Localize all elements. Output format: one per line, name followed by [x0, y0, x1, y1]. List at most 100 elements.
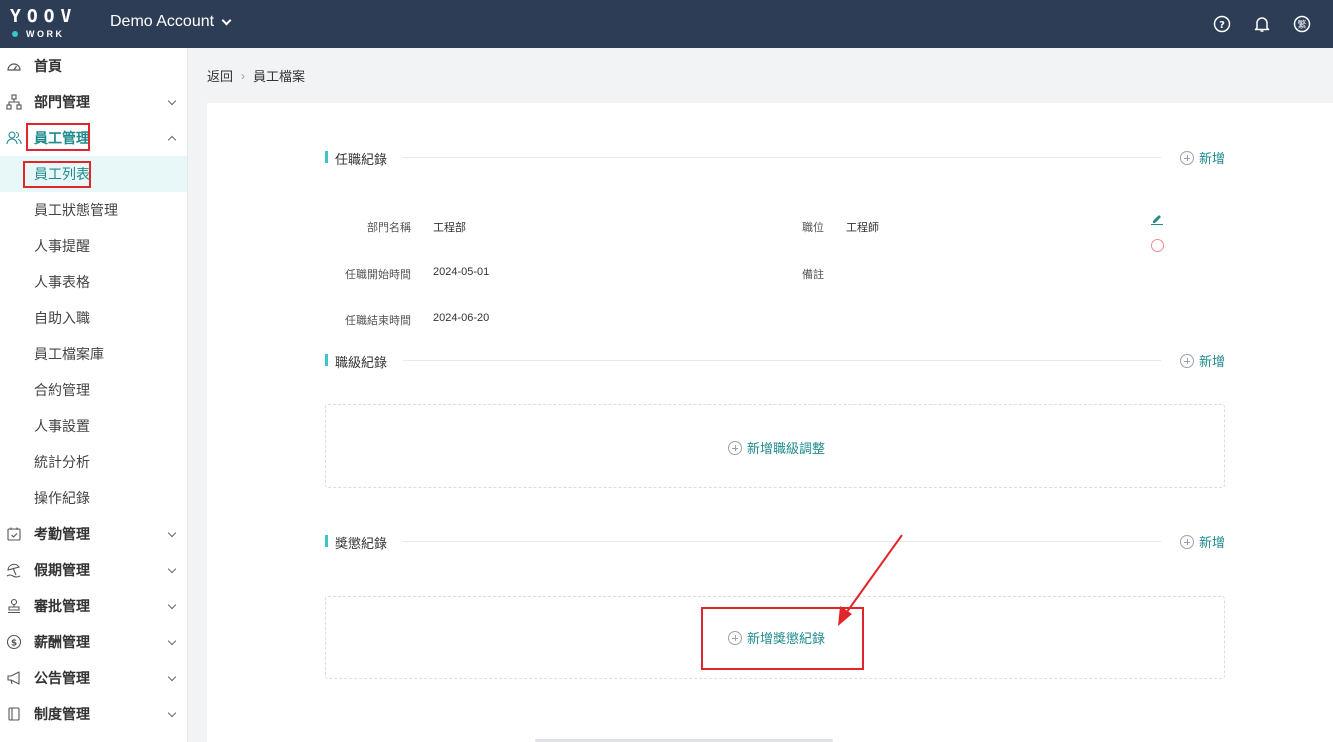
chevron-down-icon	[167, 636, 177, 646]
position-value: 工程師	[846, 222, 879, 234]
section-title: 任職紀錄	[335, 149, 402, 168]
sidebar-item-hr-reminder[interactable]: 人事提醒	[0, 228, 187, 264]
sidebar-item-label: 員工列表	[34, 166, 90, 182]
plus-circle-icon	[728, 630, 742, 645]
annotation-arrow-icon	[838, 534, 903, 626]
sidebar-item-hr-forms[interactable]: 人事表格	[0, 264, 187, 300]
sidebar-item-label: 員工檔案庫	[34, 346, 104, 362]
position-label: 職位	[802, 222, 824, 234]
sidebar-item-self-onboarding[interactable]: 自助入職	[0, 300, 187, 336]
plus-circle-icon	[1179, 150, 1194, 165]
help-icon[interactable]: ?	[1211, 13, 1233, 35]
section-reward: 獎懲紀錄 新增	[325, 532, 1225, 552]
add-reward-record-button[interactable]: 新增獎懲紀錄	[728, 628, 825, 647]
sidebar-item-home[interactable]: 首頁	[0, 48, 187, 84]
delete-icon[interactable]	[1151, 239, 1164, 252]
remark-label: 備註	[802, 269, 824, 281]
section-divider	[403, 541, 1161, 542]
sidebar-item-label: 員工狀態管理	[34, 202, 118, 218]
org-chart-icon	[6, 94, 22, 110]
end-date-label: 任職結束時間	[345, 315, 411, 327]
section-accent-bar	[325, 535, 328, 547]
add-rank-adjustment-button[interactable]: 新增職級調整	[728, 438, 825, 457]
sidebar-item-employee-status[interactable]: 員工狀態管理	[0, 192, 187, 228]
sidebar-item-label: 薪酬管理	[34, 634, 90, 650]
plus-circle-icon	[1179, 534, 1194, 549]
chevron-down-icon	[167, 528, 177, 538]
sidebar-item-employee-management[interactable]: 員工管理	[0, 120, 187, 156]
chevron-down-icon	[167, 672, 177, 682]
language-label: 繁	[1297, 19, 1306, 31]
add-reward-button[interactable]: 新增	[1179, 532, 1225, 551]
section-rank: 職級紀錄 新增	[325, 351, 1225, 371]
sidebar-item-attendance[interactable]: 考勤管理	[0, 516, 187, 552]
svg-text:?: ?	[1219, 20, 1225, 31]
sidebar-item-payroll[interactable]: $ 薪酬管理	[0, 624, 187, 660]
account-name: Demo Account	[110, 13, 215, 30]
sidebar-item-announcement[interactable]: 公告管理	[0, 660, 187, 696]
logo-dot	[12, 31, 18, 37]
add-rank-button[interactable]: 新增	[1179, 351, 1225, 370]
breadcrumb: 返回 › 員工檔案	[207, 66, 305, 85]
language-icon[interactable]: 繁	[1291, 13, 1313, 35]
sidebar-item-label: 人事提醒	[34, 238, 90, 254]
yoov-work-logo[interactable]: YOOV WORK	[10, 8, 76, 40]
book-icon	[8, 707, 20, 721]
plus-circle-icon	[728, 440, 742, 455]
start-date-label: 任職開始時間	[345, 269, 411, 281]
sidebar-item-contracts[interactable]: 合約管理	[0, 372, 187, 408]
sidebar-item-label: 操作紀錄	[34, 490, 90, 506]
megaphone-icon	[7, 671, 20, 685]
breadcrumb-separator: ›	[241, 68, 246, 83]
add-employment-button[interactable]: 新增	[1179, 148, 1225, 167]
dollar-icon: $	[6, 634, 22, 650]
sidebar-item-employee-archive[interactable]: 員工檔案庫	[0, 336, 187, 372]
sidebar-item-employee-list[interactable]: 員工列表	[0, 156, 187, 192]
plus-circle-icon	[1179, 353, 1194, 368]
sidebar-item-label: 自助入職	[34, 310, 90, 326]
sidebar-item-label: 考勤管理	[34, 526, 90, 542]
sidebar-item-leave[interactable]: 假期管理	[0, 552, 187, 588]
sidebar-item-label: 審批管理	[34, 598, 90, 614]
dashboard-icon	[7, 63, 21, 71]
sidebar-item-operation-log[interactable]: 操作紀錄	[0, 480, 187, 516]
users-icon	[6, 131, 22, 145]
add-label: 新增	[1198, 354, 1225, 369]
svg-text:$: $	[11, 639, 17, 649]
sidebar: 首頁 部門管理 員工管理 員工列表 員工狀態管理 人事提醒 人事表格 自助入職 …	[0, 48, 188, 742]
section-accent-bar	[325, 354, 328, 366]
edit-icon[interactable]	[1150, 213, 1164, 225]
section-accent-bar	[325, 151, 328, 163]
sidebar-item-label: 人事設置	[34, 418, 90, 434]
back-link[interactable]: 返回	[207, 66, 233, 85]
end-date-value: 2024-06-20	[433, 312, 490, 324]
breadcrumb-current: 員工檔案	[253, 69, 306, 84]
sidebar-item-label: 合約管理	[34, 382, 90, 398]
dept-value: 工程部	[433, 222, 466, 234]
sidebar-item-department[interactable]: 部門管理	[0, 84, 187, 120]
sidebar-item-label: 統計分析	[34, 454, 90, 470]
account-switcher[interactable]: Demo Account	[110, 13, 232, 31]
sidebar-item-hr-settings[interactable]: 人事設置	[0, 408, 187, 444]
sidebar-item-label: 公告管理	[34, 670, 90, 686]
dept-label: 部門名稱	[367, 222, 411, 234]
logo-text-top: YOOV	[10, 6, 78, 27]
top-bar: YOOV WORK Demo Account ? 繁	[0, 0, 1333, 48]
bell-icon[interactable]	[1251, 13, 1273, 35]
sidebar-item-label: 制度管理	[34, 706, 90, 722]
sidebar-item-policy[interactable]: 制度管理	[0, 696, 187, 732]
chevron-down-icon	[221, 15, 232, 25]
add-label: 新增	[1198, 151, 1225, 166]
chevron-down-icon	[167, 96, 177, 106]
calendar-check-icon	[7, 527, 21, 541]
sidebar-item-statistics[interactable]: 統計分析	[0, 444, 187, 480]
add-label: 新增	[1198, 535, 1225, 550]
stamp-icon	[8, 598, 20, 614]
section-employment: 任職紀錄 新增	[325, 148, 1225, 168]
start-date-value: 2024-05-01	[433, 266, 490, 278]
add-rank-adjustment-label: 新增職級調整	[747, 441, 826, 456]
add-reward-record-label: 新增獎懲紀錄	[747, 631, 826, 646]
logo-text-bottom: WORK	[26, 29, 65, 39]
sidebar-item-label: 人事表格	[34, 274, 90, 290]
sidebar-item-approval[interactable]: 審批管理	[0, 588, 187, 624]
